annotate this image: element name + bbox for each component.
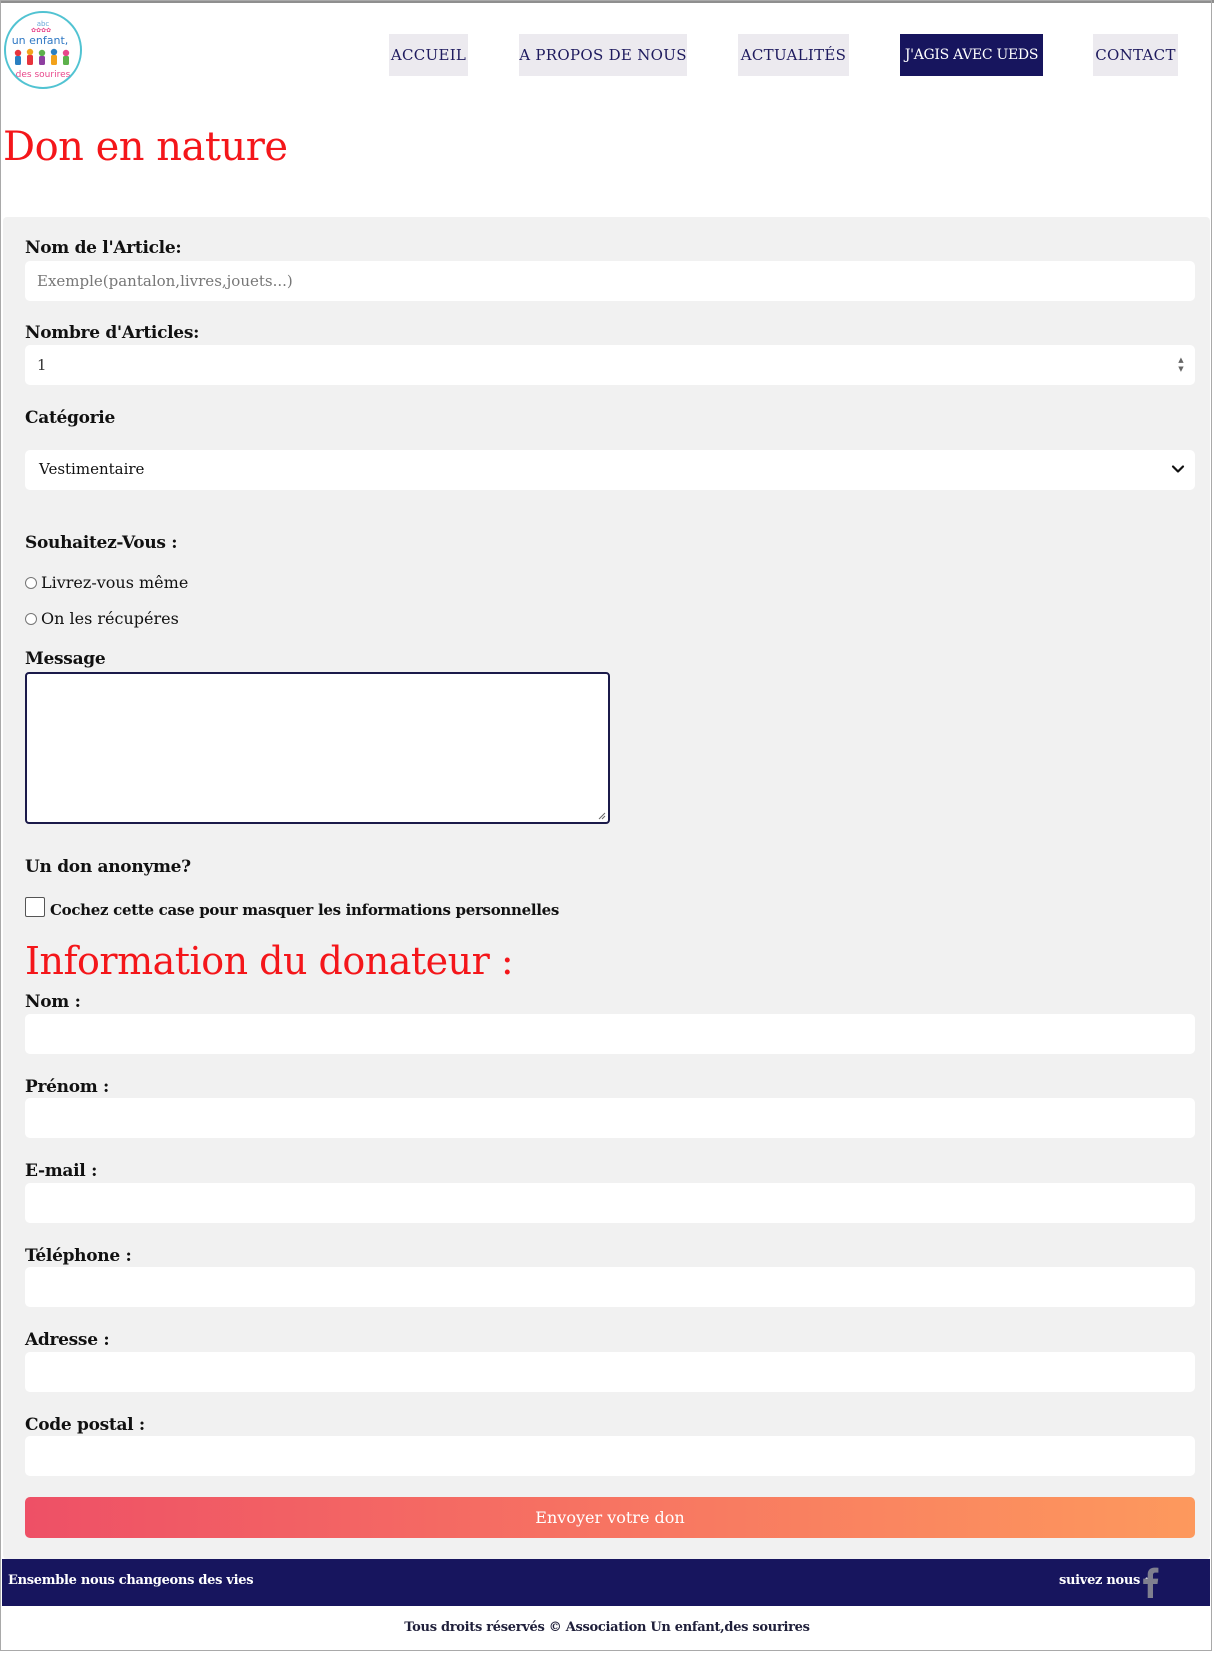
svg-text:un enfant,: un enfant, — [12, 34, 69, 47]
category-select[interactable]: Vestimentaire — [25, 450, 1195, 490]
article-name-input[interactable] — [25, 261, 1195, 301]
anonymous-label: Un don anonyme? — [25, 857, 191, 877]
page-title: Don en nature — [3, 124, 288, 170]
svg-text:des sourires: des sourires — [16, 70, 71, 80]
donor-email-label: E-mail : — [25, 1161, 98, 1181]
category-selected-value: Vestimentaire — [39, 460, 145, 478]
article-name-label: Nom de l'Article: — [25, 238, 182, 258]
donor-telephone-label: Téléphone : — [25, 1246, 132, 1266]
site-logo[interactable]: abc ✿✿✿✿ un enfant, des sourires — [4, 11, 82, 89]
article-count-label: Nombre d'Articles: — [25, 323, 200, 343]
nav-accueil[interactable]: ACCUEIL — [389, 34, 468, 76]
anonymous-checkbox-label[interactable]: Cochez cette case pour masquer les infor… — [50, 901, 559, 919]
donor-nom-label: Nom : — [25, 992, 81, 1012]
nav-contact[interactable]: CONTACT — [1093, 34, 1178, 76]
donor-prenom-label: Prénom : — [25, 1077, 110, 1097]
nav-jagis-avec-ueds[interactable]: J'AGIS AVEC UEDS — [900, 34, 1043, 76]
radio-button[interactable] — [25, 612, 37, 625]
footer-copyright: Tous droits réservés © Association Un en… — [404, 1620, 810, 1635]
article-count-input[interactable]: 1 ▲ ▼ — [25, 345, 1195, 385]
delivery-option-label: Livrez-vous même — [41, 573, 189, 592]
delivery-label: Souhaitez-Vous : — [25, 533, 178, 553]
submit-donation-button[interactable]: Envoyer votre don — [25, 1497, 1195, 1538]
message-label: Message — [25, 649, 106, 669]
delivery-option-pickup[interactable]: On les récupéres — [25, 609, 179, 628]
footer-bar: Ensemble nous changeons des vies suivez … — [2, 1559, 1210, 1606]
footer-follow-label: suivez nous : — [1059, 1573, 1149, 1588]
logo-graphic: abc ✿✿✿✿ un enfant, des sourires — [12, 20, 71, 80]
footer-tagline: Ensemble nous changeons des vies — [8, 1573, 254, 1588]
donation-form: Nom de l'Article: Nombre d'Articles: 1 ▲… — [3, 217, 1210, 1559]
donor-telephone-input[interactable] — [25, 1267, 1195, 1307]
nav-actualites[interactable]: ACTUALITÉS — [738, 34, 849, 76]
donor-code-postal-input[interactable] — [25, 1436, 1195, 1476]
anonymous-checkbox[interactable] — [25, 897, 45, 917]
donor-adresse-label: Adresse : — [25, 1330, 110, 1350]
message-textarea[interactable] — [25, 672, 610, 824]
logo-children-figures — [14, 48, 70, 65]
facebook-icon[interactable] — [1140, 1566, 1160, 1598]
resize-handle-icon[interactable] — [596, 810, 606, 820]
donor-section-title: Information du donateur : — [25, 939, 514, 983]
delivery-option-self[interactable]: Livrez-vous même — [25, 573, 188, 592]
chevron-down-icon — [1171, 465, 1185, 473]
donor-code-postal-label: Code postal : — [25, 1415, 145, 1435]
stepper-arrows-icon[interactable]: ▲ ▼ — [1177, 356, 1185, 374]
donor-adresse-input[interactable] — [25, 1352, 1195, 1392]
svg-text:✿✿✿✿: ✿✿✿✿ — [31, 27, 51, 34]
donor-email-input[interactable] — [25, 1183, 1195, 1223]
nav-a-propos[interactable]: A PROPOS DE NOUS — [519, 34, 687, 76]
category-label: Catégorie — [25, 408, 115, 428]
donor-prenom-input[interactable] — [25, 1098, 1195, 1138]
article-count-value: 1 — [37, 356, 47, 374]
radio-button[interactable] — [25, 576, 37, 589]
delivery-option-label: On les récupéres — [41, 609, 179, 628]
donor-nom-input[interactable] — [25, 1014, 1195, 1054]
